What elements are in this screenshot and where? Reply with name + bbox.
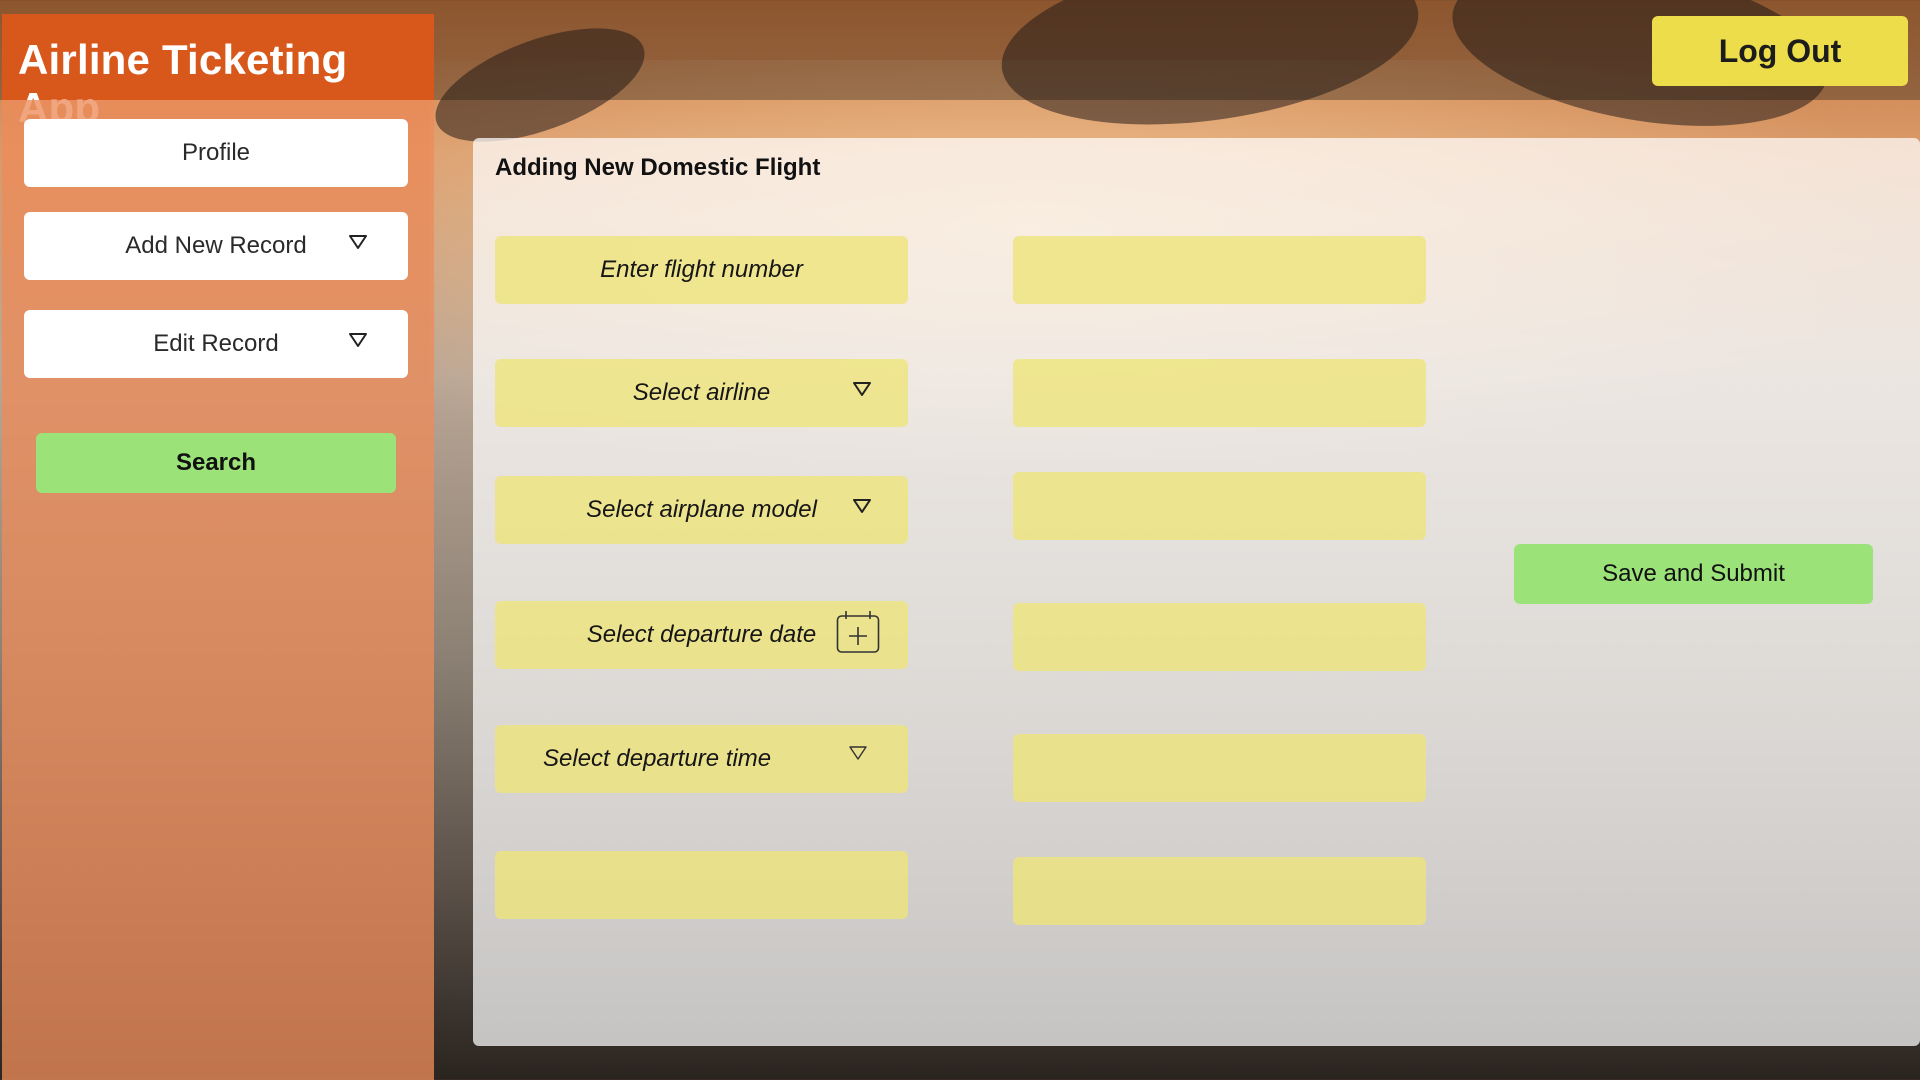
flight-number-input[interactable]: Enter flight number: [495, 236, 908, 304]
sidebar-item-edit-record[interactable]: Edit Record: [24, 310, 408, 378]
departure-date-picker[interactable]: Select departure date: [495, 601, 908, 669]
chevron-down-icon: [853, 382, 871, 396]
value-input-1[interactable]: [1013, 236, 1426, 304]
departure-time-select[interactable]: Select departure time: [495, 725, 908, 793]
extra-field[interactable]: [495, 851, 908, 919]
chevron-down-icon: [349, 235, 367, 249]
sidebar-item-label: Edit Record: [153, 330, 279, 357]
field-placeholder: Select departure date: [586, 621, 817, 648]
value-input-4[interactable]: [1013, 603, 1426, 671]
save-button-label: Save and Submit: [1602, 560, 1785, 587]
value-input-5[interactable]: [1013, 734, 1426, 802]
value-input-2[interactable]: [1013, 359, 1426, 427]
search-button-label: Search: [175, 449, 257, 476]
field-placeholder: Select airline: [632, 379, 771, 406]
value-input-6[interactable]: [1013, 857, 1426, 925]
sidebar-item-label: Profile: [181, 139, 251, 166]
airplane-model-select[interactable]: Select airplane model: [495, 476, 908, 544]
chevron-down-icon: [853, 499, 871, 513]
logout-button[interactable]: Log Out: [1652, 16, 1908, 86]
sidebar-item-add-new-record[interactable]: Add New Record: [24, 212, 408, 280]
page-title: Adding New Domestic Flight: [495, 154, 821, 181]
field-placeholder: Select airplane model: [586, 496, 817, 523]
field-placeholder: Enter flight number: [600, 256, 803, 283]
value-input-3[interactable]: [1013, 472, 1426, 540]
app-brand: Airline Ticketing App: [2, 14, 434, 131]
sidebar-item-profile[interactable]: Profile: [24, 119, 408, 187]
chevron-down-icon: [849, 746, 867, 760]
calendar-add-icon[interactable]: [836, 610, 880, 654]
airline-select[interactable]: Select airline: [495, 359, 908, 427]
sidebar-item-label: Add New Record: [125, 232, 307, 259]
form-panel: Adding New Domestic Flight Enter flight …: [473, 138, 1920, 1046]
search-button[interactable]: Search: [36, 433, 396, 493]
save-and-submit-button[interactable]: Save and Submit: [1514, 544, 1873, 604]
field-placeholder: Select departure time: [543, 745, 772, 772]
chevron-down-icon: [349, 333, 367, 347]
sidebar: Profile Add New Record Edit Record Searc…: [2, 100, 434, 1080]
